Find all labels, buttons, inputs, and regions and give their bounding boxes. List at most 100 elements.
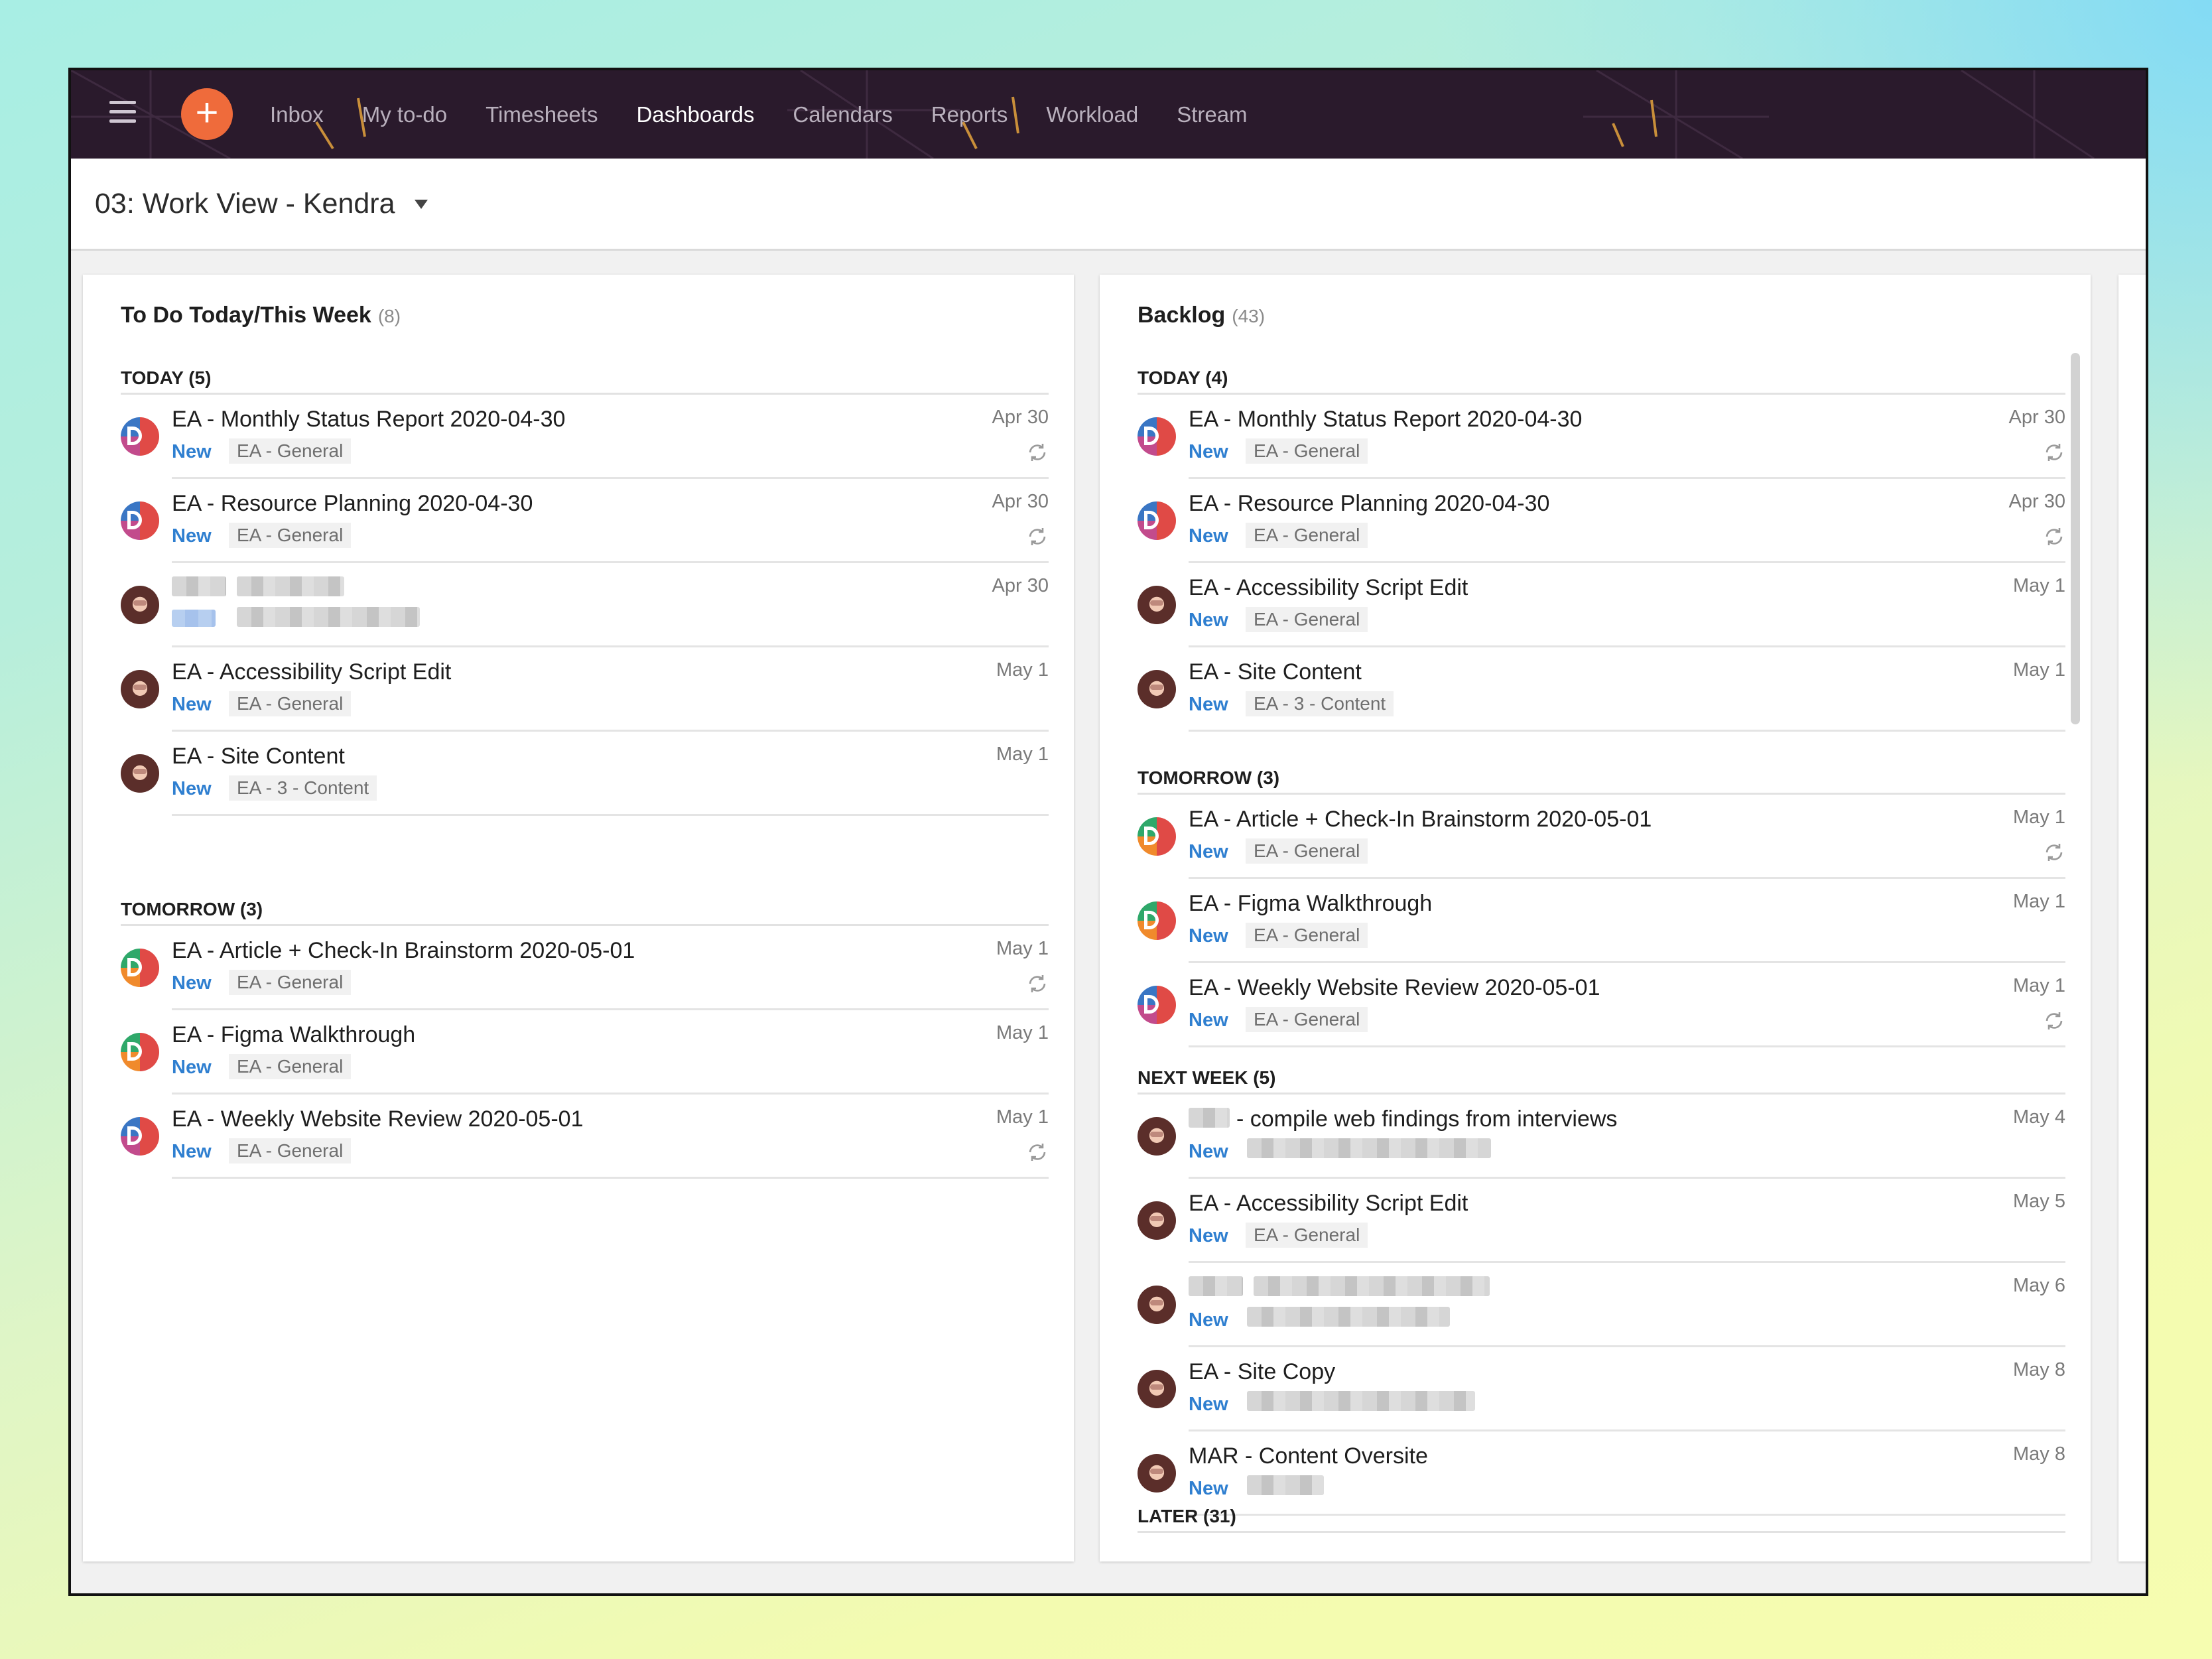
status-label[interactable]: New — [172, 441, 212, 463]
task-row[interactable]: EA - Monthly Status Report 2020-04-30 New… — [1138, 395, 2065, 479]
task-title[interactable]: EA - Weekly Website Review 2020-05-01 — [172, 1106, 583, 1132]
due-date: May 1 — [2013, 659, 2065, 681]
project-tag: EA - General — [1246, 438, 1368, 464]
task-title[interactable]: EA - Accessibility Script Edit — [1189, 1191, 1468, 1217]
avatar — [121, 417, 159, 456]
task-row[interactable]: Apr 30 — [121, 563, 1049, 647]
redacted-text — [237, 607, 420, 627]
task-row[interactable]: EA - Resource Planning 2020-04-30 New EA -… — [1138, 479, 2065, 563]
task-row[interactable]: New May 6 — [1138, 1263, 2065, 1347]
due-date: May 1 — [996, 1022, 1049, 1043]
task-row[interactable]: EA - Monthly Status Report 2020-04-30 New… — [121, 395, 1049, 479]
plus-icon[interactable]: + — [181, 88, 233, 140]
status-label[interactable]: New — [1189, 841, 1228, 863]
project-tag: EA - General — [1246, 607, 1368, 632]
avatar — [121, 1033, 159, 1071]
due-date: Apr 30 — [992, 575, 1049, 596]
status-label[interactable]: New — [1189, 1141, 1228, 1163]
task-title[interactable]: EA - Accessibility Script Edit — [1189, 575, 1468, 601]
avatar-initial — [1144, 827, 1159, 845]
task-title[interactable]: EA - Resource Planning 2020-04-30 — [172, 491, 533, 517]
project-tag: EA - General — [1246, 1007, 1368, 1032]
status-label[interactable]: New — [1189, 1225, 1228, 1247]
nav-reports[interactable]: Reports — [931, 102, 1008, 127]
nav-calendars[interactable]: Calendars — [793, 102, 892, 127]
dropdown-caret-icon[interactable] — [415, 200, 428, 209]
status-label[interactable]: New — [172, 694, 212, 716]
task-title[interactable]: EA - Site Content — [172, 744, 345, 769]
task-title[interactable]: EA - Figma Walkthrough — [1189, 891, 1432, 917]
status-label[interactable]: New — [1189, 441, 1228, 463]
due-date: May 8 — [2013, 1443, 2065, 1465]
next-panel-edge — [2118, 275, 2146, 1561]
avatar — [1138, 986, 1176, 1024]
section-label: NEXT WEEK (5) — [1138, 1067, 2065, 1095]
task-title[interactable]: EA - Site Content — [1189, 659, 1362, 685]
avatar-initial — [127, 427, 142, 445]
avatar — [1138, 501, 1176, 540]
menu-icon[interactable] — [109, 101, 136, 127]
status-label[interactable]: New — [1189, 925, 1228, 947]
project-tag: EA - General — [1246, 523, 1368, 548]
task-title[interactable]: EA - Figma Walkthrough — [172, 1022, 415, 1048]
task-title[interactable]: - compile web findings from interviews — [1236, 1106, 1617, 1132]
task-row[interactable]: EA - Site Content New EA - 3 - Content May … — [1138, 647, 2065, 732]
due-date: May 1 — [996, 1106, 1049, 1128]
status-label[interactable]: New — [172, 972, 212, 994]
task-row[interactable]: EA - Accessibility Script Edit New EA - Ge… — [1138, 1179, 2065, 1263]
nav-timesheets[interactable]: Timesheets — [486, 102, 598, 127]
recurring-icon — [2046, 444, 2063, 461]
task-title[interactable]: MAR - Content Oversite — [1189, 1443, 1428, 1469]
avatar — [1138, 1454, 1176, 1493]
section-label: TODAY (4) — [1138, 367, 2065, 395]
task-title[interactable]: EA - Monthly Status Report 2020-04-30 — [172, 407, 565, 432]
task-row[interactable]: EA - Accessibility Script Edit New EA - Ge… — [1138, 563, 2065, 647]
task-title[interactable]: EA - Weekly Website Review 2020-05-01 — [1189, 975, 1600, 1001]
nav-dashboards[interactable]: Dashboards — [636, 102, 754, 127]
nav-stream[interactable]: Stream — [1177, 102, 1247, 127]
task-row[interactable]: EA - Figma Walkthrough New EA - General May… — [1138, 879, 2065, 963]
task-title[interactable]: EA - Article + Check-In Brainstorm 2020-… — [172, 938, 635, 964]
avatar — [121, 754, 159, 793]
task-title[interactable]: EA - Article + Check-In Brainstorm 2020-… — [1189, 807, 1652, 832]
project-tag: EA - General — [1246, 838, 1368, 864]
nav-my-to-do[interactable]: My to-do — [362, 102, 447, 127]
task-row[interactable]: EA - Article + Check-In Brainstorm 2020-… — [121, 926, 1049, 1010]
task-row[interactable]: EA - Weekly Website Review 2020-05-01 New… — [1138, 963, 2065, 1047]
section-label: LATER (31) — [1138, 1506, 2065, 1533]
task-title[interactable]: EA - Accessibility Script Edit — [172, 659, 451, 685]
task-row[interactable]: - compile web findings from interviews Ne… — [1138, 1095, 2065, 1179]
status-label[interactable]: New — [1189, 1394, 1228, 1416]
task-row[interactable]: MAR - Content Oversite New May 8 — [1138, 1431, 2065, 1516]
task-row[interactable]: EA - Figma Walkthrough New EA - General May… — [121, 1010, 1049, 1095]
panel-count: (8) — [377, 306, 401, 326]
task-title[interactable]: EA - Monthly Status Report 2020-04-30 — [1189, 407, 1582, 432]
nav-workload[interactable]: Workload — [1046, 102, 1138, 127]
status-label[interactable]: New — [1189, 1010, 1228, 1031]
task-row[interactable]: EA - Site Content New EA - 3 - Content May … — [121, 732, 1049, 816]
status-label[interactable]: New — [172, 525, 212, 547]
avatar — [121, 1117, 159, 1156]
scrollbar[interactable] — [2071, 353, 2080, 724]
task-row[interactable]: EA - Article + Check-In Brainstorm 2020-… — [1138, 795, 2065, 879]
due-date: May 1 — [2013, 575, 2065, 596]
task-title[interactable]: EA - Site Copy — [1189, 1359, 1335, 1385]
page-title[interactable]: 03: Work View - Kendra — [95, 188, 395, 220]
recurring-icon — [1029, 1144, 1046, 1161]
status-label[interactable]: New — [172, 1141, 212, 1163]
task-row[interactable]: EA - Weekly Website Review 2020-05-01 New… — [121, 1095, 1049, 1179]
status-label[interactable]: New — [172, 778, 212, 800]
status-label[interactable]: New — [1189, 1309, 1228, 1331]
avatar — [1138, 1286, 1176, 1324]
status-label[interactable]: New — [1189, 1478, 1228, 1500]
recurring-icon-path — [2046, 1012, 2063, 1029]
task-row[interactable]: EA - Site Copy New May 8 — [1138, 1347, 2065, 1431]
task-row[interactable]: EA - Resource Planning 2020-04-30 New EA -… — [121, 479, 1049, 563]
task-row[interactable]: EA - Accessibility Script Edit New EA - Ge… — [121, 647, 1049, 732]
task-title[interactable]: EA - Resource Planning 2020-04-30 — [1189, 491, 1549, 517]
status-label[interactable]: New — [172, 1057, 212, 1079]
status-label[interactable]: New — [1189, 610, 1228, 631]
status-label[interactable]: New — [1189, 525, 1228, 547]
nav-inbox[interactable]: Inbox — [270, 102, 324, 127]
status-label[interactable]: New — [1189, 694, 1228, 716]
